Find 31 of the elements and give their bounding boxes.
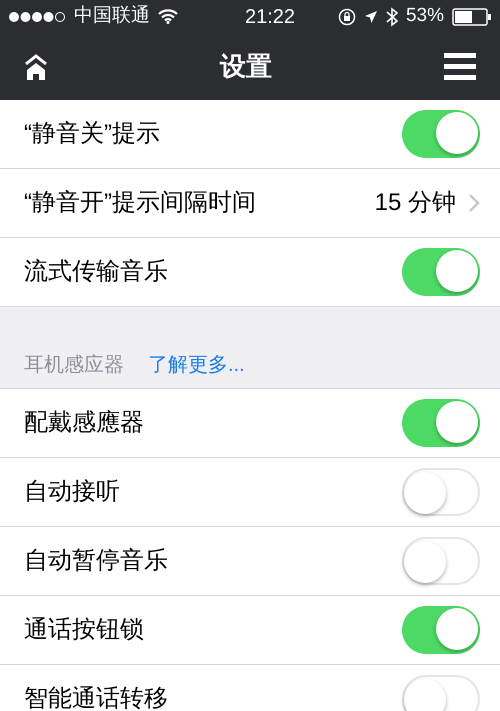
- clock-time: 21:22: [244, 4, 296, 30]
- nav-title: 设置: [220, 50, 272, 83]
- chevron-icon: [468, 193, 480, 213]
- setting-label: “静音关”提示: [24, 119, 160, 149]
- home-icon[interactable]: [24, 54, 48, 80]
- toggle-switch[interactable]: [402, 248, 480, 296]
- toggle-switch[interactable]: [402, 468, 480, 516]
- battery-percentage: 53%: [406, 4, 444, 28]
- setting-label: 配戴感應器: [24, 408, 144, 438]
- learn-more-link[interactable]: 了解更多...: [148, 350, 245, 380]
- signal-icon: [8, 10, 66, 22]
- rotation-lock-icon: [338, 8, 356, 26]
- toggle-switch[interactable]: [402, 675, 480, 711]
- menu-icon[interactable]: [444, 52, 476, 80]
- carrier-name: 中国联通: [74, 4, 150, 28]
- setting-label: “静音开”提示间隔时间: [24, 188, 256, 218]
- toggle-switch[interactable]: [402, 399, 480, 447]
- section-header: 耳机感应器: [24, 353, 124, 378]
- setting-label: 自动暂停音乐: [24, 546, 168, 576]
- toggle-switch[interactable]: [402, 110, 480, 158]
- battery-icon: [452, 8, 492, 26]
- setting-label: 通话按钮锁: [24, 615, 144, 645]
- setting-value: 15 分钟: [374, 188, 456, 218]
- setting-label: 自动接听: [24, 477, 120, 507]
- location-arrow-icon: [364, 10, 378, 24]
- toggle-switch[interactable]: [402, 606, 480, 654]
- wifi-icon: [158, 9, 178, 24]
- setting-label: 流式传输音乐: [24, 257, 168, 287]
- bluetooth-icon: [386, 6, 398, 26]
- setting-label: 智能通话转移: [24, 684, 168, 711]
- toggle-switch[interactable]: [402, 537, 480, 585]
